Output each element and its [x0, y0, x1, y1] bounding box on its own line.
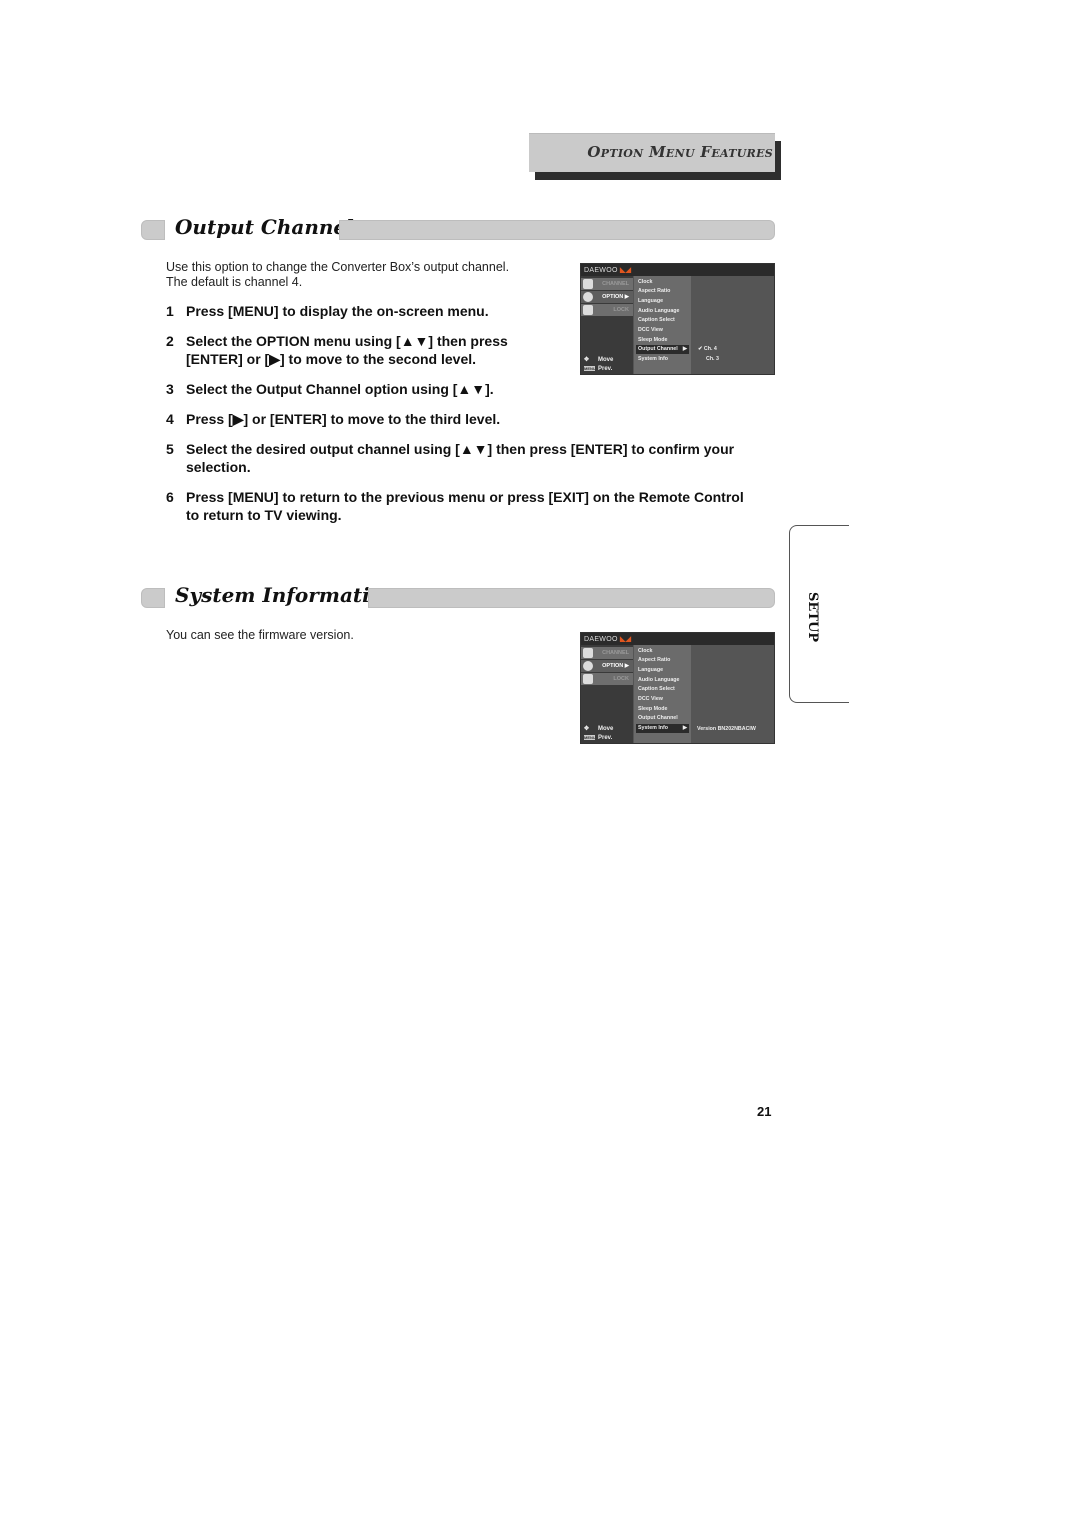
section-banner-output-channel: Output Channel [141, 215, 775, 240]
step-text: Press [▶] or [ENTER] to move to the thir… [186, 411, 501, 427]
osd-option: Language [638, 667, 664, 673]
osd-option-selected: Output Channel ▶ [636, 345, 689, 354]
osd-menu-channel: CHANNEL [581, 647, 633, 659]
gear-icon [583, 661, 593, 671]
move-arrows-icon: ✥ [584, 726, 590, 732]
osd-option: DCC View [638, 696, 663, 702]
osd-brand-logo: DAEWOO ◣◢ [584, 636, 632, 643]
arrow-right-icon: ▶ [682, 725, 687, 731]
step-number: 5 [166, 441, 174, 457]
step-text: selection. [186, 459, 251, 475]
tv-icon [583, 279, 593, 289]
osd-option: Sleep Mode [638, 337, 668, 343]
osd-option: DCC View [638, 327, 663, 333]
tv-icon [583, 648, 593, 658]
banner-bar [339, 220, 775, 240]
osd-left-menu: CHANNEL OPTION ▶ LOCK ✥ Move MENU Prev. [581, 276, 633, 374]
osd-option: Caption Select [638, 686, 675, 692]
menu-key-icon: MENU [584, 366, 596, 371]
arrow-right-icon: ▶ [682, 346, 687, 352]
osd-menu-lock: LOCK [581, 304, 633, 316]
move-arrows-icon: ✥ [584, 357, 590, 363]
side-tab-label: SETUP [805, 592, 820, 643]
osd-screenshot-system-info: DAEWOO ◣◢ CHANNEL OPTION ▶ LOCK ✥ Move ME… [580, 632, 775, 744]
intro-line: You can see the firmware version. [166, 628, 354, 642]
osd-brand-logo: DAEWOO ◣◢ [584, 267, 632, 274]
step-5: 5 Select the desired output channel using… [166, 440, 734, 476]
section-title: System Information [175, 583, 398, 607]
step-text: Select the OPTION menu using [▲▼] then p… [186, 333, 508, 349]
step-number: 2 [166, 333, 174, 349]
osd-option: Aspect Ratio [638, 657, 671, 663]
section-intro: Use this option to change the Converter … [166, 260, 556, 290]
osd-menu-option: OPTION ▶ [581, 291, 633, 303]
osd-version: Version BN202NBACIW [697, 726, 756, 732]
lock-icon [583, 305, 593, 315]
osd-help-prev: MENU Prev. [584, 366, 613, 372]
step-text: [ENTER] or [▶] to move to the second lev… [186, 351, 477, 367]
step-4: 4 Press [▶] or [ENTER] to move to the thi… [166, 410, 500, 428]
page-number: 21 [757, 1104, 772, 1119]
step-6: 6 Press [MENU] to return to the previous … [166, 488, 744, 524]
banner-bar [368, 588, 775, 608]
osd-option: Aspect Ratio [638, 288, 671, 294]
osd-top-bar: DAEWOO ◣◢ [581, 633, 774, 645]
osd-left-menu: CHANNEL OPTION ▶ LOCK ✥ Move MENU Prev. [581, 645, 633, 743]
osd-help-move: ✥ Move [584, 357, 614, 363]
step-text: Press [MENU] to display the on-screen me… [186, 303, 489, 319]
step-text: to return to TV viewing. [186, 507, 342, 523]
osd-menu-channel: CHANNEL [581, 278, 633, 290]
osd-value: Ch. 3 [706, 356, 719, 362]
banner-cap [141, 220, 165, 240]
osd-option: Output Channel [638, 715, 678, 721]
step-number: 4 [166, 411, 174, 427]
osd-values: ✔ Ch. 4 Ch. 3 [692, 276, 774, 374]
step-text: Select the desired output channel using … [186, 441, 735, 457]
section-banner-system-information: System Information [141, 583, 775, 608]
osd-values: Version BN202NBACIW [692, 645, 774, 743]
step-2: 2 Select the OPTION menu using [▲▼] then … [166, 332, 508, 368]
intro-line: The default is channel 4. [166, 275, 303, 289]
osd-menu-lock: LOCK [581, 673, 633, 685]
osd-options-list: Clock Aspect Ratio Language Audio Langua… [634, 276, 691, 374]
step-text: Press [MENU] to return to the previous m… [186, 489, 744, 505]
step-text: Select the Output Channel option using [… [186, 381, 494, 397]
osd-help-move: ✥ Move [584, 726, 614, 732]
header-tab: Option Menu Features [529, 133, 775, 172]
section-intro: You can see the firmware version. [166, 628, 556, 643]
side-tab-setup: SETUP [789, 525, 849, 703]
osd-screenshot-output-channel: DAEWOO ◣◢ CHANNEL OPTION ▶ LOCK ✥ Move ME… [580, 263, 775, 375]
step-1: 1 Press [MENU] to display the on-screen m… [166, 302, 489, 320]
banner-cap [141, 588, 165, 608]
osd-menu-option: OPTION ▶ [581, 660, 633, 672]
osd-option: Caption Select [638, 317, 675, 323]
osd-option: Audio Language [638, 677, 680, 683]
osd-option: System Info [638, 356, 669, 362]
gear-icon [583, 292, 593, 302]
osd-options-list: Clock Aspect Ratio Language Audio Langua… [634, 645, 691, 743]
osd-option-selected: System Info ▶ [636, 724, 689, 733]
header-title: Option Menu Features [587, 143, 773, 161]
osd-option: Clock [638, 648, 653, 654]
step-3: 3 Select the Output Channel option using … [166, 380, 494, 398]
step-number: 6 [166, 489, 174, 505]
menu-key-icon: MENU [584, 735, 596, 740]
intro-line: Use this option to change the Converter … [166, 260, 510, 274]
osd-top-bar: DAEWOO ◣◢ [581, 264, 774, 276]
osd-option: Audio Language [638, 308, 680, 314]
step-number: 1 [166, 303, 174, 319]
osd-value-checked: ✔ Ch. 4 [698, 346, 717, 352]
osd-help-prev: MENU Prev. [584, 735, 613, 741]
section-title: Output Channel [175, 215, 354, 239]
osd-option: Clock [638, 279, 653, 285]
step-number: 3 [166, 381, 174, 397]
osd-option: Language [638, 298, 664, 304]
osd-option: Sleep Mode [638, 706, 668, 712]
lock-icon [583, 674, 593, 684]
